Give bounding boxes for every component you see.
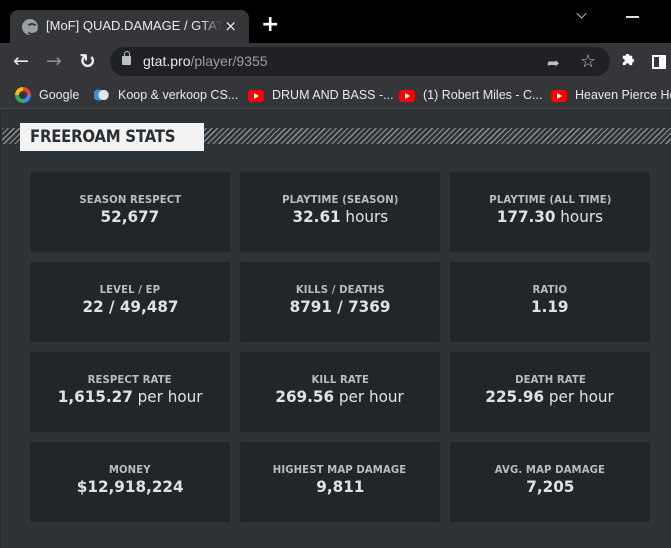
stat-card-avg-map-damage: AVG. MAP DAMAGE 7,205 (450, 442, 650, 522)
url-text[interactable]: gtat.pro/player/9355 (143, 53, 268, 69)
youtube-icon (248, 89, 264, 102)
stat-card-season-respect: SEASON RESPECT 52,677 (30, 172, 230, 252)
stat-value: 9,811 (315, 476, 365, 496)
stat-label: RESPECT RATE (88, 372, 172, 386)
bookmark-heaven-pierce-her[interactable]: Heaven Pierce Her (551, 86, 671, 104)
stat-card-money: MONEY $12,918,224 (30, 442, 230, 522)
tab-title: [MoF] QUAD.DAMAGE / GTAT - GTAT (46, 18, 222, 33)
stat-card-playtime-season: PLAYTIME (SEASON) 32.61 hours (240, 172, 440, 252)
bookmark-star-icon[interactable]: ☆ (580, 51, 596, 72)
stat-card-ratio: RATIO 1.19 (450, 262, 650, 342)
tab-search-chevron-icon[interactable] (576, 8, 587, 19)
lock-icon[interactable] (122, 51, 131, 65)
bookmarks-bar: Google Koop & verkoop CS... DRUM AND BAS… (0, 81, 671, 109)
stat-value: 225.96 per hour (485, 386, 615, 406)
stat-value: 8791 / 7369 (289, 296, 391, 316)
stat-label: RATIO (532, 282, 568, 296)
stat-card-death-rate: DEATH RATE 225.96 per hour (450, 352, 650, 432)
browser-tab-strip: [MoF] QUAD.DAMAGE / GTAT - GTAT × + (0, 0, 671, 43)
new-tab-button[interactable]: + (261, 14, 279, 36)
stat-label: DEATH RATE (514, 372, 586, 386)
browser-tab[interactable]: [MoF] QUAD.DAMAGE / GTAT - GTAT × (10, 10, 249, 43)
bookmark-robert-miles[interactable]: (1) Robert Miles - C... (399, 86, 542, 104)
stat-label: HIGHEST MAP DAMAGE (273, 462, 407, 476)
stat-value: 52,677 (100, 206, 160, 226)
bookmark-koop-verkoop[interactable]: Koop & verkoop CS... (94, 86, 238, 104)
section-title: FREEROAM STATS (20, 123, 205, 151)
stat-label: PLAYTIME (SEASON) (281, 192, 399, 206)
address-bar[interactable]: gtat.pro/player/9355 ➦ ☆ (110, 47, 610, 76)
stat-value: 32.61 hours (292, 206, 388, 226)
side-panel-icon[interactable] (652, 55, 666, 69)
globe-icon (22, 19, 38, 35)
fish-icon (94, 87, 110, 103)
reload-icon[interactable]: ↻ (79, 51, 96, 71)
browser-toolbar: ← → ↻ gtat.pro/player/9355 ➦ ☆ (0, 43, 671, 81)
stat-value: 1,615.27 per hour (57, 386, 203, 406)
back-arrow-icon[interactable]: ← (13, 51, 29, 71)
stat-card-kill-rate: KILL RATE 269.56 per hour (240, 352, 440, 432)
stat-value: 177.30 hours (496, 206, 604, 226)
stat-value: 269.56 per hour (275, 386, 405, 406)
stat-label: KILLS / DEATHS (295, 282, 385, 296)
google-icon (15, 87, 31, 103)
stat-label: LEVEL / EP (99, 282, 161, 296)
stat-label: KILL RATE (311, 372, 369, 386)
extensions-puzzle-icon[interactable] (620, 52, 635, 67)
stat-card-respect-rate: RESPECT RATE 1,615.27 per hour (30, 352, 230, 432)
stat-card-playtime-all-time: PLAYTIME (ALL TIME) 177.30 hours (450, 172, 650, 252)
stat-value: 1.19 (531, 296, 569, 316)
stat-label: MONEY (109, 462, 151, 476)
stat-card-kills-deaths: KILLS / DEATHS 8791 / 7369 (240, 262, 440, 342)
stat-label: PLAYTIME (ALL TIME) (488, 192, 612, 206)
stat-label: SEASON RESPECT (79, 192, 181, 206)
bookmark-google[interactable]: Google (15, 86, 79, 104)
stat-value: 22 / 49,487 (82, 296, 178, 316)
minimize-window-icon[interactable] (626, 16, 639, 18)
page-content: FREEROAM STATS SEASON RESPECT 52,677 PLA… (0, 110, 671, 548)
close-tab-icon[interactable]: × (224, 17, 237, 35)
stat-value: 7,205 (525, 476, 575, 496)
youtube-icon (399, 89, 415, 102)
bookmark-drum-and-bass[interactable]: DRUM AND BASS -... (248, 86, 394, 104)
share-icon[interactable]: ➦ (547, 54, 560, 72)
stat-card-highest-map-damage: HIGHEST MAP DAMAGE 9,811 (240, 442, 440, 522)
youtube-icon (551, 89, 567, 102)
forward-arrow-icon[interactable]: → (46, 51, 62, 71)
stat-card-level-ep: LEVEL / EP 22 / 49,487 (30, 262, 230, 342)
stats-grid: SEASON RESPECT 52,677 PLAYTIME (SEASON) … (30, 172, 650, 522)
stat-label: AVG. MAP DAMAGE (494, 462, 606, 476)
stat-value: $12,918,224 (76, 476, 184, 496)
